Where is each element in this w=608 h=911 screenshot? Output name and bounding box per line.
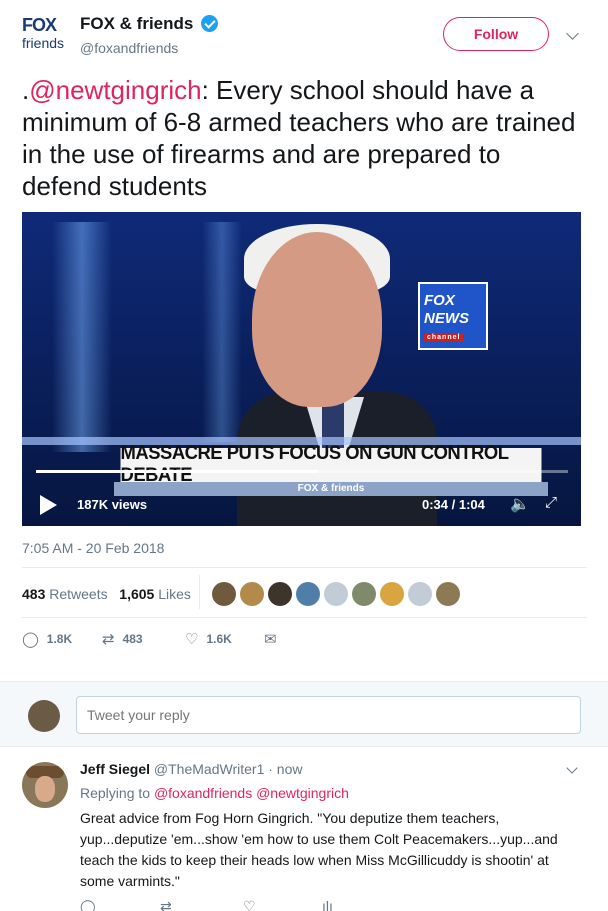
studio-light [202, 222, 242, 442]
retweets-count[interactable]: 483 [22, 586, 45, 602]
fox-friends-avatar[interactable]: FOX friends [22, 13, 66, 57]
tweet-stats: 483 Retweets 1,605 Likes [22, 586, 191, 602]
reply-input[interactable] [76, 696, 581, 734]
retweet-icon: ⇄ [102, 631, 115, 648]
logo-line2: NEWS [424, 310, 469, 327]
mention-link[interactable]: @newtgingrich [29, 75, 201, 105]
reply-author-handle[interactable]: @TheMadWriter1 [154, 761, 264, 777]
liker-avatar[interactable] [296, 582, 320, 606]
volume-icon[interactable]: 🔈 [510, 494, 532, 514]
video-views: 187K views [77, 497, 148, 512]
reply-author-avatar[interactable] [22, 762, 68, 808]
liker-avatar[interactable] [352, 582, 376, 606]
author-name[interactable]: FOX & friends [80, 14, 193, 34]
fullscreen-icon[interactable]: ⤢ [545, 494, 567, 514]
reply-text: Great advice from Fog Horn Gingrich. "Yo… [80, 810, 558, 889]
video-time: 0:34 / 1:04 [422, 497, 485, 512]
reply-actions: ◯ ⇄ ♡ ılı [80, 898, 380, 911]
avatar-logo-top: FOX [22, 15, 57, 35]
likes-label[interactable]: Likes [158, 586, 191, 602]
retweet-icon[interactable]: ⇄ [160, 898, 172, 911]
follow-button[interactable]: Follow [443, 17, 549, 51]
reply-action[interactable]: ◯ 1.8K [22, 630, 72, 648]
reply-composer [0, 681, 608, 747]
heart-icon: ♡ [185, 631, 199, 648]
news-chyron-sub: FOX & friends [114, 482, 548, 496]
liker-avatar[interactable] [240, 582, 264, 606]
logo-line3: channel [424, 334, 464, 341]
reply-icon: ◯ [22, 631, 39, 648]
chevron-down-icon[interactable] [566, 27, 579, 40]
retweet-count: 483 [122, 632, 143, 646]
analytics-icon[interactable]: ılı [322, 898, 333, 911]
video-player[interactable]: FOX NEWS channel MASSACRE PUTS FOCUS ON … [22, 212, 581, 526]
video-progress-bar[interactable] [36, 470, 568, 473]
retweets-label[interactable]: Retweets [49, 586, 107, 602]
like-action[interactable]: ♡ 1.6K [185, 630, 232, 648]
reply-icon[interactable]: ◯ [80, 898, 96, 911]
reply-count: 1.8K [46, 632, 73, 646]
reply-time[interactable]: · now [268, 761, 302, 777]
studio-light [52, 222, 112, 452]
current-user-avatar[interactable] [28, 700, 60, 732]
reply-author-line: Jeff Siegel @TheMadWriter1 · now [80, 761, 302, 777]
verified-badge-icon [201, 15, 218, 32]
video-progress-fill [36, 470, 318, 473]
liker-avatar[interactable] [212, 582, 236, 606]
divider [22, 567, 587, 568]
replying-mentions[interactable]: @foxandfriends @newtgingrich [154, 785, 349, 801]
liker-avatars [212, 582, 464, 606]
liker-avatar[interactable] [268, 582, 292, 606]
avatar-face [35, 776, 55, 802]
message-action[interactable]: ✉ [264, 630, 285, 648]
replying-prefix: Replying to [80, 785, 151, 801]
like-count: 1.6K [206, 632, 232, 646]
play-icon[interactable] [40, 495, 57, 515]
heart-icon[interactable]: ♡ [243, 898, 256, 911]
divider [22, 617, 587, 618]
liker-avatar[interactable] [380, 582, 404, 606]
speaker-head [252, 232, 382, 407]
fox-news-logo: FOX NEWS channel [418, 282, 488, 350]
replying-to: Replying to @foxandfriends @newtgingrich [80, 785, 349, 801]
tweet-timestamp[interactable]: 7:05 AM - 20 Feb 2018 [22, 540, 164, 556]
tweet-text: .@newtgingrich: Every school should have… [22, 74, 587, 202]
author-handle[interactable]: @foxandfriends [80, 40, 178, 56]
retweet-action[interactable]: ⇄ 483 [102, 630, 143, 648]
news-chyron: MASSACRE PUTS FOCUS ON GUN CONTROL DEBAT… [120, 443, 542, 486]
liker-avatar[interactable] [436, 582, 460, 606]
chevron-down-icon[interactable] [566, 762, 578, 774]
reply-author-name[interactable]: Jeff Siegel [80, 761, 150, 777]
liker-avatar[interactable] [324, 582, 348, 606]
envelope-icon: ✉ [264, 631, 277, 648]
logo-line1: FOX [424, 292, 455, 309]
likes-count[interactable]: 1,605 [119, 586, 154, 602]
avatar-logo-bottom: friends [22, 35, 65, 51]
stats-divider [199, 575, 200, 609]
liker-avatar[interactable] [408, 582, 432, 606]
